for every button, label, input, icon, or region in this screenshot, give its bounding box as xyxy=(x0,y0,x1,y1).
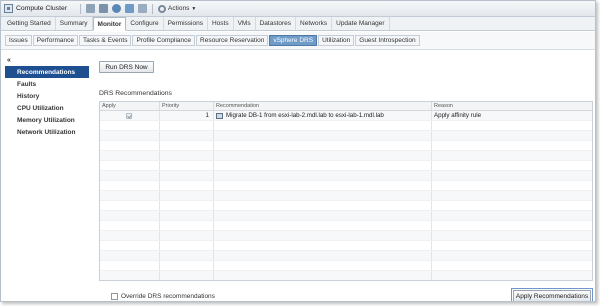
toolbar-separator xyxy=(80,3,81,14)
tab-networks[interactable]: Networks xyxy=(296,17,333,30)
table-body: 1 Migrate DB-1 from esxi-lab-2.mdl.lab t… xyxy=(100,111,592,280)
vm-icon xyxy=(216,112,223,119)
main-tabs: Getting Started Summary Monitor Configur… xyxy=(1,17,595,31)
empty-row xyxy=(100,271,592,280)
empty-row xyxy=(100,241,592,251)
nav-item-faults[interactable]: Faults xyxy=(5,78,89,90)
nav-item-recommendations[interactable]: Recommendations xyxy=(5,66,89,78)
tab-hosts[interactable]: Hosts xyxy=(208,17,234,30)
subtab-performance[interactable]: Performance xyxy=(32,35,79,46)
tab-monitor[interactable]: Monitor xyxy=(92,17,127,31)
empty-row xyxy=(100,261,592,271)
recommendations-table: Apply Priority Recommendation Reason 1 M… xyxy=(99,101,593,281)
subtab-profile-compliance[interactable]: Profile Compliance xyxy=(132,35,196,46)
column-header-priority[interactable]: Priority xyxy=(160,102,214,110)
collapse-nav-icon[interactable]: « xyxy=(5,57,89,66)
section-title: DRS Recommendations xyxy=(99,90,172,97)
recommendation-cell: Migrate DB-1 from esxi-lab-2.mdl.lab to … xyxy=(214,111,432,120)
empty-row xyxy=(100,151,592,161)
empty-row xyxy=(100,231,592,241)
add-host-icon[interactable] xyxy=(86,4,95,13)
cluster-icon xyxy=(4,4,13,13)
nav-item-memory-utilization[interactable]: Memory Utilization xyxy=(5,114,89,126)
table-row[interactable]: 1 Migrate DB-1 from esxi-lab-2.mdl.lab t… xyxy=(100,111,592,121)
tab-datastores[interactable]: Datastores xyxy=(256,17,297,30)
sub-tabs: Issues Performance Tasks & Events Profil… xyxy=(1,32,595,50)
drs-recommendations-panel: Run DRS Now DRS Recommendations Apply Pr… xyxy=(97,57,595,301)
subtab-tasks-events[interactable]: Tasks & Events xyxy=(79,35,132,46)
deploy-ovf-icon[interactable] xyxy=(112,4,121,13)
chevron-down-icon: ▼ xyxy=(191,5,197,12)
tab-summary[interactable]: Summary xyxy=(56,17,93,30)
empty-row xyxy=(100,211,592,221)
subtab-vsphere-drs[interactable]: vSphere DRS xyxy=(269,35,318,46)
gear-icon xyxy=(158,4,166,13)
nav-item-history[interactable]: History xyxy=(5,90,89,102)
recommendation-text: Migrate DB-1 from esxi-lab-2.mdl.lab to … xyxy=(226,112,384,119)
override-drs-option[interactable]: Override DRS recommendations xyxy=(111,293,215,300)
actions-menu[interactable]: Actions ▼ xyxy=(158,4,197,13)
apply-checkbox[interactable] xyxy=(126,112,132,119)
empty-row xyxy=(100,191,592,201)
empty-row xyxy=(100,121,592,131)
column-header-apply[interactable]: Apply xyxy=(100,102,160,110)
column-header-recommendation[interactable]: Recommendation xyxy=(214,102,432,110)
apply-recommendations-button[interactable]: Apply Recommendations xyxy=(513,290,591,301)
override-drs-checkbox[interactable] xyxy=(111,293,118,300)
subtab-issues[interactable]: Issues xyxy=(5,35,32,46)
empty-row xyxy=(100,201,592,211)
tab-permissions[interactable]: Permissions xyxy=(164,17,208,30)
override-drs-label: Override DRS recommendations xyxy=(121,293,215,300)
new-vm-icon[interactable] xyxy=(99,4,108,13)
column-header-reason[interactable]: Reason xyxy=(432,102,592,110)
priority-value: 1 xyxy=(205,112,209,119)
left-nav: « Recommendations Faults History CPU Uti… xyxy=(5,57,89,297)
empty-row xyxy=(100,181,592,191)
priority-cell: 1 xyxy=(160,111,214,120)
actions-label: Actions xyxy=(168,5,190,12)
object-title: Compute Cluster xyxy=(16,5,67,12)
new-resource-pool-icon[interactable] xyxy=(125,4,134,13)
empty-row xyxy=(100,251,592,261)
reason-cell: Apply affinity rule xyxy=(434,112,482,119)
tab-update-manager[interactable]: Update Manager xyxy=(332,17,390,30)
tab-vms[interactable]: VMs xyxy=(234,17,256,30)
toolbar-separator xyxy=(152,3,153,14)
title-bar: Compute Cluster Actions ▼ xyxy=(1,1,595,17)
subtab-guest-introspection[interactable]: Guest Introspection xyxy=(355,35,420,46)
apply-cell xyxy=(100,111,160,120)
tab-configure[interactable]: Configure xyxy=(126,17,164,30)
new-vapp-icon[interactable] xyxy=(138,4,147,13)
table-header: Apply Priority Recommendation Reason xyxy=(100,102,592,111)
empty-row xyxy=(100,171,592,181)
empty-row xyxy=(100,141,592,151)
subtab-resource-reservation[interactable]: Resource Reservation xyxy=(196,35,269,46)
empty-row xyxy=(100,131,592,141)
nav-item-cpu-utilization[interactable]: CPU Utilization xyxy=(5,102,89,114)
empty-row xyxy=(100,161,592,171)
run-drs-now-button[interactable]: Run DRS Now xyxy=(99,61,154,73)
window-frame: Compute Cluster Actions ▼ Getting Starte… xyxy=(0,0,596,302)
nav-item-network-utilization[interactable]: Network Utilization xyxy=(5,126,89,138)
empty-row xyxy=(100,221,592,231)
tab-getting-started[interactable]: Getting Started xyxy=(3,17,56,30)
subtab-utilization[interactable]: Utilization xyxy=(318,35,355,46)
